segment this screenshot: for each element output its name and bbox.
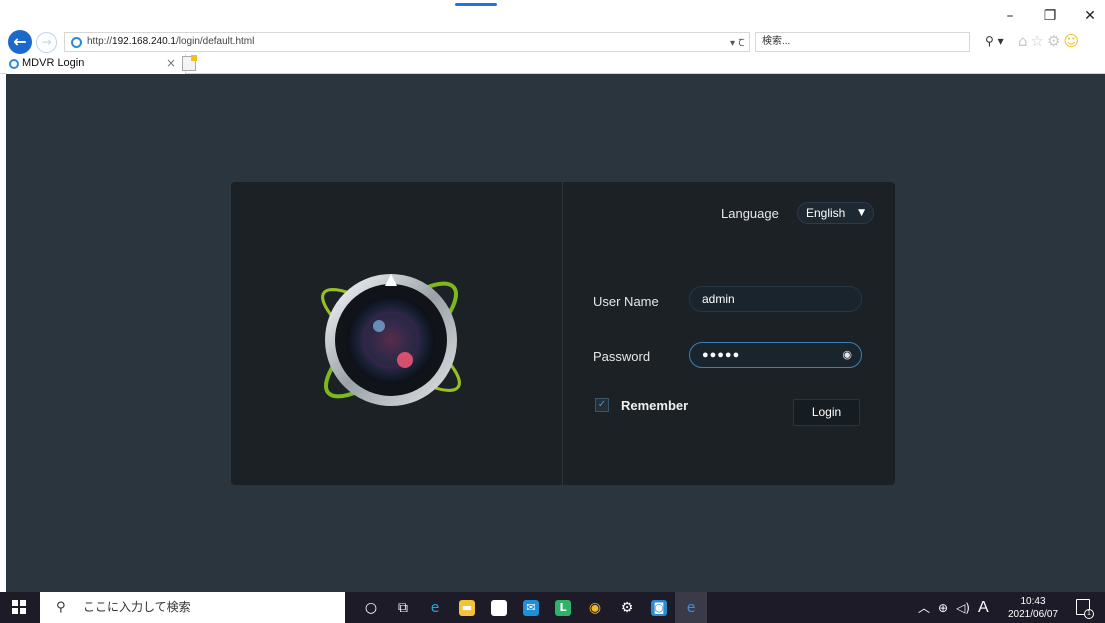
app-l-icon[interactable]: L: [547, 592, 579, 623]
edge-icon[interactable]: e: [419, 592, 451, 623]
camera-lens-logo-icon: [321, 274, 461, 406]
browser-chrome: – ❐ ✕ ← → http://192.168.240.1/login/def…: [0, 0, 1105, 74]
favorites-icon[interactable]: ☆: [1031, 32, 1044, 50]
app-l-glyph: L: [555, 599, 571, 616]
settings-icon[interactable]: ⚙: [611, 592, 643, 623]
taskbar-clock[interactable]: 10:43 2021/06/07: [1008, 595, 1058, 621]
clock-time: 10:43: [1020, 596, 1046, 607]
store-glyph: ⛉: [491, 599, 507, 616]
remember-checkbox[interactable]: ✓: [595, 398, 609, 412]
browser-toolbar: ⌂ ☆ ⚙ ☺: [1018, 32, 1079, 50]
system-tray: ︿ ⊕ ◁) A: [918, 592, 989, 623]
username-label: User Name: [593, 294, 659, 309]
task-view-icon[interactable]: ⧉: [387, 592, 419, 623]
ime-indicator[interactable]: A: [978, 599, 989, 617]
logo-area: [231, 182, 562, 485]
login-panel: Language English ▼ User Name admin Passw…: [231, 182, 895, 485]
edge-glyph: e: [430, 599, 440, 616]
tab-mdvr-login[interactable]: MDVR Login ×: [6, 54, 186, 74]
address-bar[interactable]: http://192.168.240.1/login/default.html: [64, 32, 750, 52]
tray-chevron-icon[interactable]: ︿: [918, 599, 930, 616]
language-select[interactable]: English ▼: [797, 202, 874, 224]
forward-button[interactable]: →: [36, 32, 57, 53]
windows-start-icon[interactable]: [12, 600, 26, 614]
password-label: Password: [593, 349, 651, 364]
site-favicon-icon: [71, 37, 82, 48]
tab-favicon-icon: [9, 59, 19, 69]
taskbar-apps: ○ ⧉ e ▬ ⛉ ✉ L ◉ ⚙ ◙ e: [355, 592, 707, 623]
camera-app-icon[interactable]: ◙: [643, 592, 675, 623]
notification-count: 1: [1084, 609, 1094, 619]
camera-app-glyph: ◙: [651, 599, 667, 616]
cortana-glyph: ○: [364, 599, 378, 616]
home-icon[interactable]: ⌂: [1018, 32, 1028, 50]
close-window-button[interactable]: ✕: [1083, 8, 1097, 24]
url-prefix: http://: [87, 36, 113, 47]
tab-strip: MDVR Login ×: [0, 54, 1105, 74]
chevron-down-icon: ▼: [858, 208, 865, 218]
navigation-bar: ← → http://192.168.240.1/login/default.h…: [0, 30, 1105, 54]
taskbar-search-placeholder: ここに入力して検索: [83, 600, 191, 614]
chrome-icon[interactable]: ◉: [579, 592, 611, 623]
loading-indicator: [455, 3, 497, 6]
network-icon[interactable]: ⊕: [938, 601, 948, 615]
browser-search-input[interactable]: 検索...: [755, 32, 970, 52]
notification-icon[interactable]: 1: [1076, 599, 1094, 619]
language-value: English: [806, 206, 846, 220]
username-input[interactable]: admin: [689, 286, 862, 312]
gear-icon[interactable]: ⚙: [1047, 32, 1060, 50]
internet-explorer-icon[interactable]: e: [675, 592, 707, 623]
clock-date: 2021/06/07: [1008, 609, 1059, 620]
login-form: Language English ▼ User Name admin Passw…: [563, 182, 895, 485]
window-controls: – ❐ ✕: [1003, 8, 1097, 24]
chrome-glyph: ◉: [588, 599, 602, 616]
refresh-icon[interactable]: ▾ Ꞇ: [730, 35, 744, 49]
task-view-glyph: ⧉: [398, 599, 408, 616]
search-icon[interactable]: ⚲ ▾: [985, 34, 1004, 48]
password-input[interactable]: ●●●●● ◉: [689, 342, 862, 368]
file-explorer-glyph: ▬: [459, 599, 475, 616]
internet-explorer-glyph: e: [686, 599, 696, 616]
taskbar: ⚲ ここに入力して検索 ○ ⧉ e ▬ ⛉ ✉ L ◉ ⚙ ◙ e ︿ ⊕ ◁) A 10:43 2…: [0, 592, 1105, 623]
url-host: 192.168.240.1: [112, 36, 176, 47]
language-label: Language: [721, 206, 779, 221]
volume-icon[interactable]: ◁): [956, 601, 970, 615]
password-value: ●●●●●: [702, 349, 741, 361]
remember-label: Remember: [621, 398, 689, 413]
feedback-smiley-icon[interactable]: ☺: [1063, 32, 1079, 50]
settings-glyph: ⚙: [620, 599, 634, 616]
taskbar-search-input[interactable]: ⚲ ここに入力して検索: [40, 592, 345, 623]
minimize-button[interactable]: –: [1003, 8, 1017, 24]
login-button[interactable]: Login: [793, 399, 860, 426]
eye-icon[interactable]: ◉: [842, 343, 853, 367]
mail-icon[interactable]: ✉: [515, 592, 547, 623]
file-explorer-icon[interactable]: ▬: [451, 592, 483, 623]
restore-button[interactable]: ❐: [1043, 8, 1057, 24]
close-tab-icon[interactable]: ×: [166, 54, 176, 73]
new-tab-icon[interactable]: [182, 55, 197, 71]
cortana-icon[interactable]: ○: [355, 592, 387, 623]
url-path: /login/default.html: [175, 36, 255, 47]
mail-glyph: ✉: [523, 599, 539, 616]
page-background: Language English ▼ User Name admin Passw…: [6, 74, 1105, 592]
back-button[interactable]: ←: [8, 30, 32, 54]
tab-title: MDVR Login: [22, 57, 85, 69]
taskbar-search-icon: ⚲: [56, 600, 66, 615]
store-icon[interactable]: ⛉: [483, 592, 515, 623]
